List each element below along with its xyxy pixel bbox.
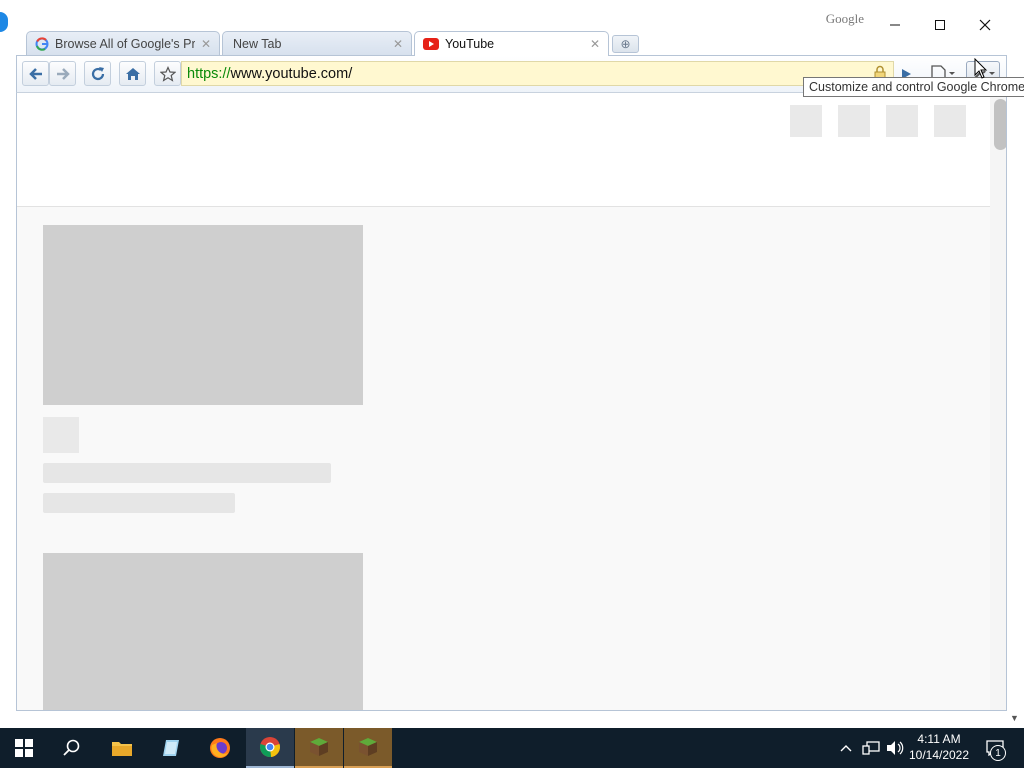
firefox-icon	[210, 738, 230, 758]
minimize-button[interactable]	[872, 10, 918, 40]
masthead-placeholder	[838, 105, 870, 137]
minecraft-grass-block-icon	[310, 738, 328, 756]
forward-button[interactable]	[49, 61, 76, 86]
minecraft-grass-block-icon	[359, 738, 377, 756]
firefox-button[interactable]	[196, 728, 244, 768]
home-icon	[125, 67, 140, 80]
notepad-button[interactable]	[147, 728, 195, 768]
masthead-placeholder	[886, 105, 918, 137]
url-host: www.youtube.com/	[230, 65, 353, 82]
search-button[interactable]	[48, 728, 96, 768]
file-explorer-button[interactable]	[98, 728, 146, 768]
youtube-icon	[423, 38, 439, 50]
masthead-placeholder	[934, 105, 966, 137]
maximize-button[interactable]	[917, 10, 963, 40]
chrome-taskbar-button[interactable]	[246, 728, 294, 768]
youtube-subbar	[17, 149, 990, 207]
scrollbar-thumb[interactable]	[994, 99, 1006, 150]
tab-label: Browse All of Google's Pr...	[55, 36, 195, 51]
video-thumbnail-placeholder	[43, 225, 363, 405]
windows-icon	[15, 739, 33, 757]
back-arrow-icon	[28, 67, 42, 80]
chevron-up-icon	[840, 745, 852, 752]
network-icon[interactable]	[860, 728, 882, 768]
title-line-placeholder	[43, 463, 331, 483]
tab-youtube[interactable]: YouTube ✕	[414, 31, 609, 56]
minimize-icon	[890, 24, 900, 26]
maximize-icon	[935, 20, 945, 30]
address-bar[interactable]: https://www.youtube.com/	[181, 61, 894, 86]
show-hidden-icons-button[interactable]	[837, 728, 855, 768]
tab-google-products[interactable]: Browse All of Google's Pr... ✕	[26, 31, 220, 55]
clock-date: 10/14/2022	[908, 748, 970, 762]
scroll-down-arrow[interactable]: ▼	[1010, 713, 1019, 723]
forward-arrow-icon	[56, 67, 70, 80]
url-scheme: https://	[187, 65, 231, 82]
tab-close-icon[interactable]: ✕	[393, 37, 403, 51]
clock[interactable]: 4:11 AM 10/14/2022	[900, 731, 978, 763]
tooltip: Customize and control Google Chrome	[803, 77, 1024, 97]
avatar-placeholder	[43, 417, 79, 453]
star-icon	[159, 65, 176, 82]
reload-icon	[91, 66, 104, 80]
back-button[interactable]	[22, 61, 49, 86]
youtube-masthead	[17, 93, 990, 150]
close-window-button[interactable]	[962, 10, 1008, 40]
tab-new-tab[interactable]: New Tab ✕	[222, 31, 412, 55]
plus-icon: ⊕	[620, 37, 631, 51]
chrome-icon	[260, 737, 280, 758]
close-icon	[979, 19, 991, 31]
tab-close-icon[interactable]: ✕	[590, 37, 600, 51]
scrollbar[interactable]	[990, 93, 1006, 710]
meta-line-placeholder	[43, 493, 235, 513]
mouse-cursor	[974, 57, 988, 83]
notepad-icon	[163, 740, 179, 756]
window-brand-label: Google	[825, 11, 864, 26]
reload-button[interactable]	[84, 61, 111, 86]
bookmark-star-button[interactable]	[154, 61, 181, 86]
tab-label: YouTube	[445, 37, 495, 51]
tab-close-icon[interactable]: ✕	[201, 37, 211, 51]
folder-icon	[112, 742, 132, 756]
video-thumbnail-placeholder	[43, 553, 363, 710]
google-g-icon	[35, 36, 49, 51]
clock-time: 4:11 AM	[917, 732, 961, 746]
new-tab-button[interactable]: ⊕	[612, 35, 639, 53]
home-button[interactable]	[119, 61, 146, 86]
tab-label: New Tab	[233, 36, 282, 51]
minecraft-button[interactable]	[344, 728, 392, 768]
notification-count-badge: 1	[990, 745, 1006, 761]
masthead-placeholder	[790, 105, 822, 137]
start-button[interactable]	[0, 728, 48, 768]
search-icon	[63, 739, 80, 756]
minecraft-button[interactable]	[295, 728, 343, 768]
page-viewport[interactable]	[16, 93, 1007, 711]
